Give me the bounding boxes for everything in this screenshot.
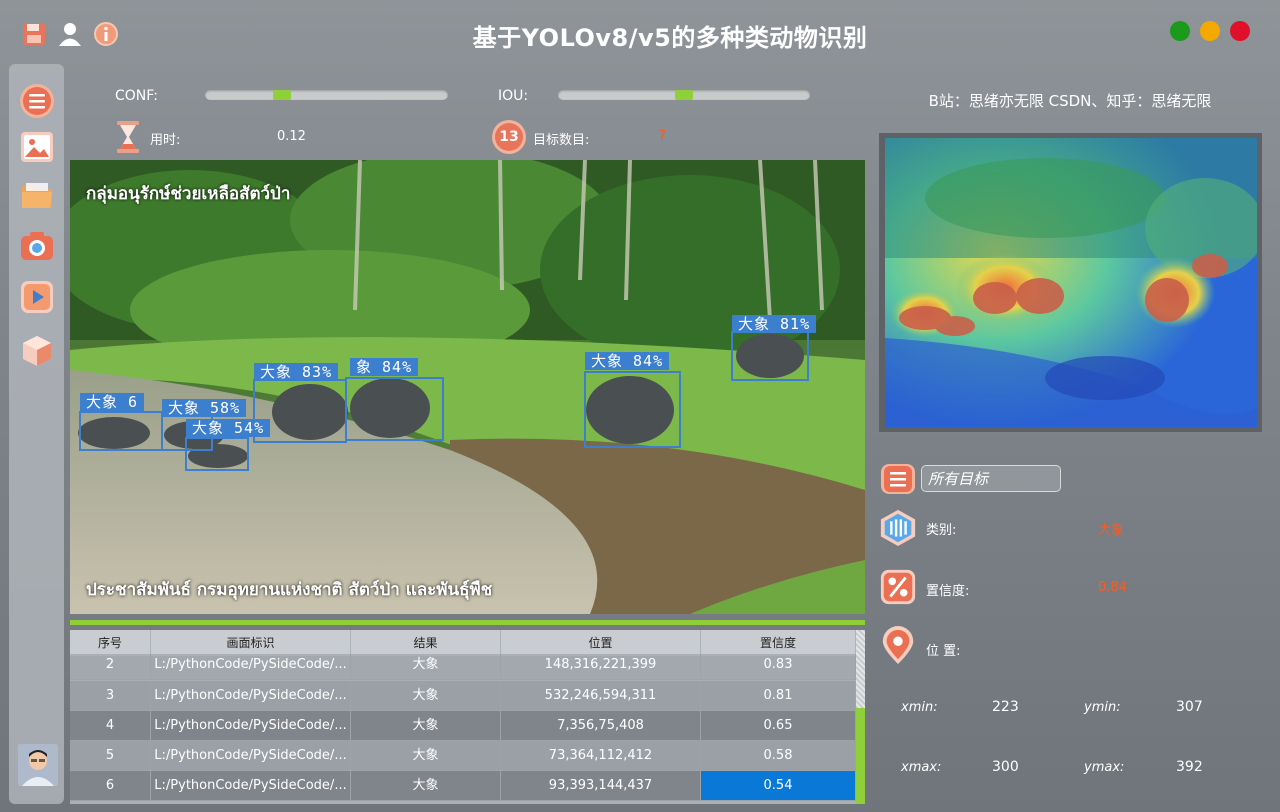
target-select[interactable]: 所有目标 bbox=[921, 465, 1061, 492]
sidebar bbox=[9, 64, 64, 804]
camera-icon[interactable] bbox=[18, 226, 56, 264]
confidence-label: 置信度: bbox=[926, 584, 970, 599]
conf-slider[interactable] bbox=[205, 90, 448, 100]
heatmap-image bbox=[885, 138, 1257, 427]
conf-slider-handle[interactable] bbox=[272, 90, 291, 100]
close-button[interactable] bbox=[1230, 21, 1250, 41]
iou-slider-handle[interactable] bbox=[675, 90, 693, 100]
detection-label: 大象 83% bbox=[254, 363, 339, 381]
cell-position: 73,364,112,412 bbox=[501, 741, 701, 771]
cell-confidence: 0.83 bbox=[701, 654, 856, 680]
cell-index: 5 bbox=[70, 741, 151, 771]
folder-icon[interactable] bbox=[18, 176, 56, 214]
ymax-value: 392 bbox=[1176, 759, 1203, 775]
xmin-value: 223 bbox=[992, 699, 1019, 715]
cell-confidence: 0.81 bbox=[701, 681, 856, 711]
cell-source: L:/PythonCode/PySideCode/... bbox=[151, 741, 351, 771]
cell-result: 大象 bbox=[351, 711, 501, 741]
hourglass-icon bbox=[114, 120, 142, 154]
results-table[interactable]: 序号 画面标识 结果 位置 置信度 2 L:/PythonCode/PySide… bbox=[70, 630, 865, 804]
col-header-confidence: 置信度 bbox=[701, 630, 856, 656]
position-label: 位 置: bbox=[926, 644, 961, 659]
scrollbar-thumb[interactable] bbox=[856, 708, 865, 804]
image-icon[interactable] bbox=[18, 128, 56, 166]
table-row[interactable]: 4 L:/PythonCode/PySideCode/... 大象 7,356,… bbox=[70, 711, 856, 741]
cell-index: 6 bbox=[70, 771, 151, 801]
info-icon[interactable] bbox=[92, 20, 120, 48]
table-scrollbar[interactable] bbox=[856, 630, 865, 804]
target-count-icon: 13 bbox=[492, 120, 526, 154]
location-pin-icon bbox=[879, 626, 917, 665]
progress-line bbox=[70, 620, 865, 625]
minimize-button[interactable] bbox=[1200, 21, 1220, 41]
iou-label: IOU: bbox=[498, 88, 529, 104]
count-value: 7 bbox=[658, 129, 667, 144]
class-value: 大象 bbox=[1098, 523, 1125, 538]
user-icon[interactable] bbox=[56, 20, 84, 48]
cell-confidence: 0.58 bbox=[701, 741, 856, 771]
cell-result: 大象 bbox=[351, 654, 501, 680]
xmax-value: 300 bbox=[992, 759, 1019, 775]
app-title: 基于YOLOv8/v5的多种类动物识别 bbox=[472, 24, 868, 52]
cell-position: 532,246,594,311 bbox=[501, 681, 701, 711]
cell-source: L:/PythonCode/PySideCode/... bbox=[151, 711, 351, 741]
cell-confidence: 0.65 bbox=[701, 711, 856, 741]
menu-icon[interactable] bbox=[18, 82, 56, 120]
detection-label: 大象 84% bbox=[585, 352, 670, 370]
model-cube-icon[interactable] bbox=[18, 332, 56, 370]
cell-position: 93,393,144,437 bbox=[501, 771, 701, 801]
cell-confidence-selected[interactable]: 0.54 bbox=[701, 771, 856, 801]
ymin-label: ymin: bbox=[1084, 700, 1121, 715]
time-label: 用时: bbox=[150, 133, 181, 148]
col-header-index: 序号 bbox=[70, 630, 151, 656]
cell-source: L:/PythonCode/PySideCode/... bbox=[151, 771, 351, 801]
save-icon[interactable] bbox=[20, 20, 48, 48]
cell-position: 7,356,75,408 bbox=[501, 711, 701, 741]
scrollbar-track[interactable] bbox=[856, 630, 865, 708]
overlay-top-text: กลุ่มอนุรักษ์ช่วยเหลือสัตว์ป่า bbox=[86, 184, 291, 204]
target-list-icon bbox=[879, 460, 917, 498]
cell-index: 2 bbox=[70, 654, 151, 680]
ymax-label: ymax: bbox=[1084, 760, 1125, 775]
count-label: 目标数目: bbox=[533, 133, 590, 148]
conf-label: CONF: bbox=[115, 88, 158, 104]
table-row[interactable]: 3 L:/PythonCode/PySideCode/... 大象 532,24… bbox=[70, 681, 856, 711]
ymin-value: 307 bbox=[1176, 699, 1203, 715]
cell-index: 3 bbox=[70, 681, 151, 711]
detection-label: 大象 54% bbox=[186, 419, 271, 437]
table-row[interactable]: 2 L:/PythonCode/PySideCode/... 大象 148,31… bbox=[70, 654, 856, 680]
confidence-value: 0.84 bbox=[1098, 580, 1127, 595]
avatar[interactable] bbox=[18, 744, 58, 786]
detection-label: 大象 58% bbox=[162, 399, 247, 417]
col-header-source: 画面标识 bbox=[151, 630, 351, 656]
cell-result: 大象 bbox=[351, 741, 501, 771]
cell-result: 大象 bbox=[351, 681, 501, 711]
class-label: 类别: bbox=[926, 523, 957, 538]
time-value: 0.12 bbox=[277, 129, 306, 144]
cell-source: L:/PythonCode/PySideCode/... bbox=[151, 681, 351, 711]
cell-position: 148,316,221,399 bbox=[501, 654, 701, 680]
watermark-text: B站：思绪亦无限 CSDN、知乎：思绪无限 bbox=[928, 92, 1212, 110]
cell-source: L:/PythonCode/PySideCode/... bbox=[151, 654, 351, 680]
xmin-label: xmin: bbox=[901, 700, 938, 715]
confidence-icon bbox=[879, 568, 917, 606]
overlay-bottom-text: ประชาสัมพันธ์ กรมอุทยานแห่งชาติ สัตว์ป่า… bbox=[86, 580, 493, 600]
category-icon bbox=[879, 508, 917, 546]
table-header: 序号 画面标识 结果 位置 置信度 bbox=[70, 630, 856, 656]
maximize-button[interactable] bbox=[1170, 21, 1190, 41]
cell-index: 4 bbox=[70, 711, 151, 741]
detection-image: กลุ่มอนุรักษ์ช่วยเหลือสัตว์ป่า ประชาสัมพ… bbox=[70, 160, 865, 614]
target-count-badge: 13 bbox=[495, 123, 523, 151]
detection-label: 大象 6 bbox=[80, 393, 145, 411]
detection-label: 象 84% bbox=[350, 358, 419, 376]
col-header-result: 结果 bbox=[351, 630, 501, 656]
detection-label: 大象 81% bbox=[732, 315, 817, 333]
table-row[interactable]: 5 L:/PythonCode/PySideCode/... 大象 73,364… bbox=[70, 741, 856, 771]
col-header-position: 位置 bbox=[501, 630, 701, 656]
xmax-label: xmax: bbox=[901, 760, 942, 775]
table-row[interactable]: 6 L:/PythonCode/PySideCode/... 大象 93,393… bbox=[70, 771, 856, 801]
cell-result: 大象 bbox=[351, 771, 501, 801]
video-play-icon[interactable] bbox=[18, 278, 56, 316]
iou-slider[interactable] bbox=[558, 90, 810, 100]
